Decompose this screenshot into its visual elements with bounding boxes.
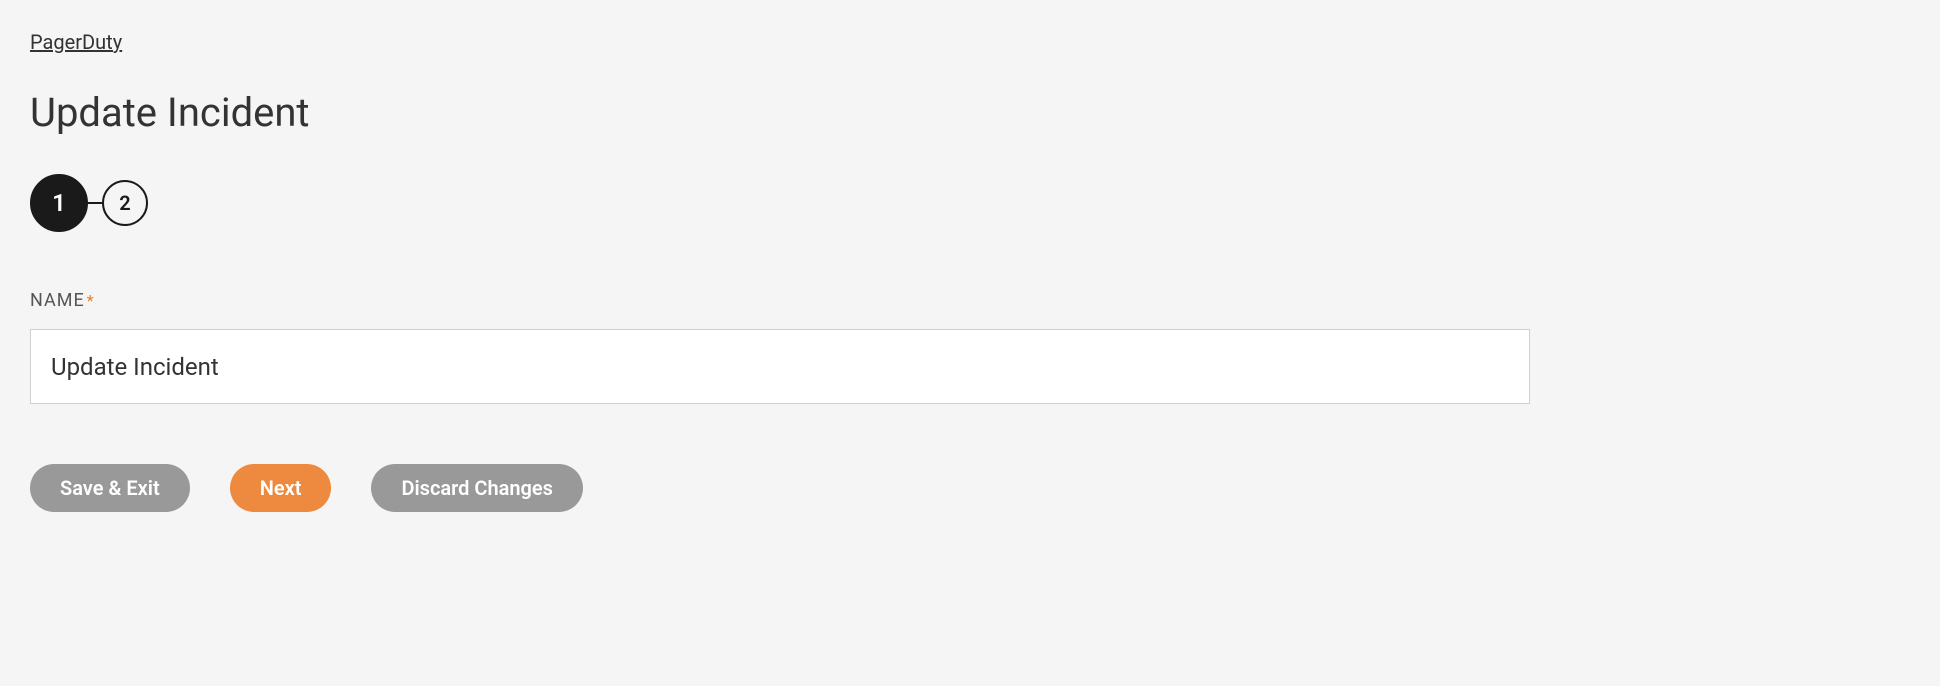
name-input[interactable] xyxy=(30,329,1530,404)
next-button[interactable]: Next xyxy=(230,464,332,512)
name-field-label: NAME xyxy=(30,290,85,311)
save-exit-button[interactable]: Save & Exit xyxy=(30,464,190,512)
step-2[interactable]: 2 xyxy=(102,180,148,226)
required-asterisk: * xyxy=(87,291,94,310)
step-1[interactable]: 1 xyxy=(30,174,88,232)
step-connector xyxy=(88,202,102,204)
discard-changes-button[interactable]: Discard Changes xyxy=(371,464,583,512)
button-row: Save & Exit Next Discard Changes xyxy=(30,464,1910,512)
wizard-stepper: 1 2 xyxy=(30,174,1910,232)
name-label-wrapper: NAME* xyxy=(30,290,1910,311)
form-section: NAME* xyxy=(30,290,1910,404)
page-title: Update Incident xyxy=(30,89,1910,136)
breadcrumb-link[interactable]: PagerDuty xyxy=(30,30,122,54)
